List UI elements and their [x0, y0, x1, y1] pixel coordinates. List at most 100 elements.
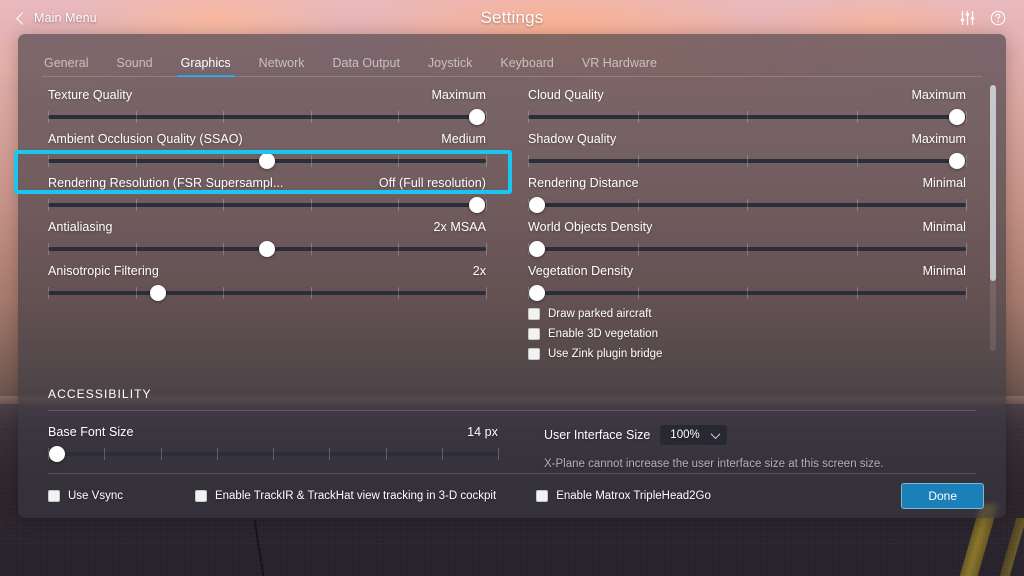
- setting-slider[interactable]: [528, 197, 967, 213]
- slider-knob[interactable]: [528, 285, 545, 301]
- slider-tick: [273, 448, 274, 460]
- setting-label: World Objects Density: [528, 220, 653, 234]
- checkbox-enable-3d-vegetation[interactable]: Enable 3D vegetation: [528, 328, 966, 340]
- settings-panel: General Sound Graphics Network Data Outp…: [18, 34, 1006, 518]
- slider-tick: [135, 155, 137, 167]
- slider-ticks: [48, 111, 487, 123]
- ui-size-select[interactable]: 100%: [660, 425, 727, 445]
- slider-tick: [747, 155, 748, 167]
- checkbox-box[interactable]: [48, 490, 60, 502]
- help-icon[interactable]: [990, 10, 1006, 26]
- chevron-down-icon: [710, 428, 721, 439]
- slider-tick: [856, 155, 858, 167]
- settings-scrollbar[interactable]: [990, 85, 996, 351]
- setting-slider-row: Shadow Quality Maximum: [528, 132, 967, 169]
- slider-tick: [486, 155, 487, 167]
- slider-knob[interactable]: [149, 285, 166, 301]
- tab-network[interactable]: Network: [245, 56, 319, 77]
- checkbox-box[interactable]: [528, 348, 540, 360]
- setting-label: Cloud Quality: [528, 88, 604, 102]
- setting-header: Ambient Occlusion Quality (SSAO) Medium: [48, 132, 486, 146]
- slider-ticks: [528, 155, 967, 167]
- slider-tick: [637, 155, 639, 167]
- slider-ticks: [528, 243, 967, 255]
- slider-tick: [747, 243, 748, 255]
- setting-slider-row: Antialiasing 2x MSAA: [48, 220, 487, 257]
- tab-keyboard[interactable]: Keyboard: [486, 56, 568, 77]
- base-font-size-slider[interactable]: [48, 446, 499, 462]
- setting-slider[interactable]: [48, 285, 487, 301]
- checkbox-enable-trackir[interactable]: Enable TrackIR & TrackHat view tracking …: [194, 490, 496, 502]
- slider-knob[interactable]: [949, 153, 966, 169]
- page-title: Settings: [480, 8, 544, 27]
- slider-tick: [637, 199, 639, 211]
- setting-slider[interactable]: [48, 109, 487, 125]
- slider-knob[interactable]: [528, 197, 545, 213]
- setting-slider[interactable]: [528, 241, 967, 257]
- setting-label: Ambient Occlusion Quality (SSAO): [48, 132, 243, 146]
- setting-slider[interactable]: [48, 153, 487, 169]
- slider-knob[interactable]: [469, 197, 486, 213]
- tab-graphics-label: Graphics: [180, 56, 231, 70]
- graphics-settings-area: Texture Quality Maximum Ambient Occlusion …: [18, 77, 1006, 381]
- slider-knob[interactable]: [259, 241, 275, 257]
- tab-general[interactable]: General: [30, 56, 102, 77]
- setting-header: Rendering Distance Minimal: [528, 176, 966, 190]
- checkbox-box[interactable]: [536, 490, 549, 502]
- sliders-icon[interactable]: [959, 10, 976, 26]
- tab-graphics[interactable]: Graphics: [167, 56, 245, 77]
- slider-tick: [528, 111, 529, 123]
- slider-tick: [856, 199, 858, 211]
- slider-tick: [486, 287, 487, 299]
- slider-tick: [310, 243, 312, 255]
- top-bar: Main Menu Settings: [0, 0, 1024, 36]
- slider-ticks: [528, 199, 967, 211]
- tab-sound[interactable]: Sound: [102, 56, 166, 77]
- graphics-right-column: Cloud Quality Maximum Shadow Quality Maximu…: [512, 86, 1006, 381]
- base-font-size-label: Base Font Size: [48, 425, 134, 439]
- checkbox-box[interactable]: [528, 308, 540, 320]
- slider-knob[interactable]: [259, 153, 275, 169]
- tab-data-output[interactable]: Data Output: [319, 56, 414, 77]
- slider-knob[interactable]: [528, 241, 545, 257]
- checkbox-box[interactable]: [528, 328, 540, 340]
- tab-vr-hardware[interactable]: VR Hardware: [568, 56, 671, 77]
- setting-slider[interactable]: [528, 109, 967, 125]
- checkbox-draw-parked-aircraft[interactable]: Draw parked aircraft: [528, 308, 966, 320]
- slider-tick: [223, 155, 225, 167]
- setting-slider[interactable]: [528, 285, 967, 301]
- slider-tick: [637, 111, 639, 123]
- slider-tick: [223, 199, 225, 211]
- slider-tick: [966, 199, 967, 211]
- slider-tick: [966, 155, 967, 167]
- setting-slider-row: Texture Quality Maximum: [48, 88, 487, 125]
- setting-label: Rendering Distance: [528, 176, 639, 190]
- slider-tick: [135, 287, 137, 299]
- checkbox-enable-matrox-triplehead2go[interactable]: Enable Matrox TripleHead2Go: [536, 490, 711, 502]
- checkbox-use-vsync[interactable]: Use Vsync: [48, 490, 123, 502]
- setting-slider-row: World Objects Density Minimal: [528, 220, 967, 257]
- slider-knob[interactable]: [949, 109, 966, 125]
- setting-slider[interactable]: [528, 153, 967, 169]
- checkbox-box[interactable]: [194, 490, 207, 502]
- slider-tick: [135, 199, 137, 211]
- slider-knob[interactable]: [469, 109, 486, 125]
- checkbox-use-zink-plugin-bridge[interactable]: Use Zink plugin bridge: [528, 348, 966, 360]
- setting-slider[interactable]: [48, 197, 487, 213]
- slider-tick: [310, 287, 312, 299]
- setting-slider[interactable]: [48, 241, 487, 257]
- done-button[interactable]: Done: [901, 483, 984, 509]
- setting-header: Texture Quality Maximum: [48, 88, 486, 102]
- app-screen: Main Menu Settings General Sound Graphic…: [0, 0, 1024, 576]
- scrollbar-thumb[interactable]: [990, 85, 996, 281]
- ui-size-hint: X-Plane cannot increase the user interfa…: [544, 458, 884, 470]
- setting-value: 2x MSAA: [433, 220, 486, 234]
- graphics-checkbox-group: Draw parked aircraft Enable 3D vegetation…: [528, 308, 966, 360]
- checkbox-label: Enable 3D vegetation: [548, 328, 658, 340]
- tab-joystick[interactable]: Joystick: [414, 56, 486, 77]
- slider-ticks: [48, 287, 487, 299]
- slider-tick: [498, 448, 499, 460]
- slider-tick: [223, 243, 225, 255]
- slider-tick: [48, 243, 49, 255]
- slider-knob[interactable]: [49, 446, 65, 462]
